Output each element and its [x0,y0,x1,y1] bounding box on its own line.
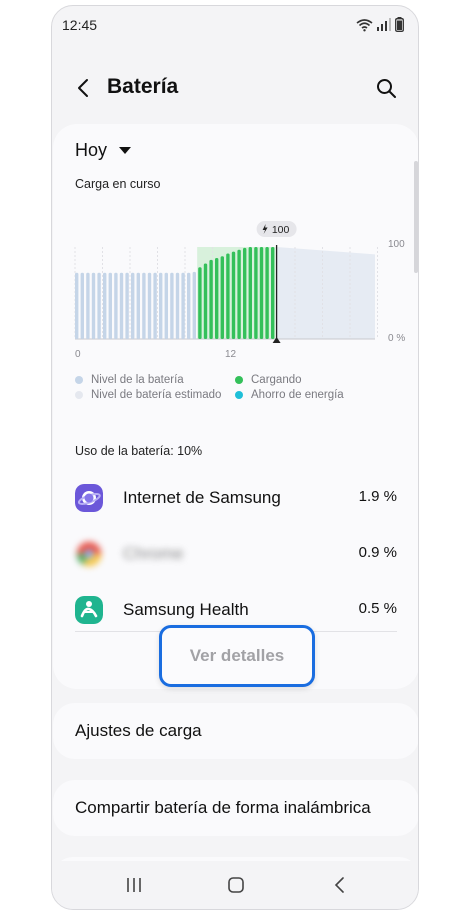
battery-chart: 100 100 0 % 0 12 [74,221,405,360]
battery-level-bar [131,272,135,339]
charging-bar [243,247,247,339]
samsung-internet-icon [75,484,103,512]
battery-level-bar [97,272,101,339]
legend-item-power-saving: Ahorro de energía [235,389,344,401]
period-selector[interactable]: Hoy [75,140,132,161]
charging-bar [226,253,230,339]
legend-dot [75,376,83,384]
legend-label: Nivel de la batería [91,374,184,386]
legend-label: Cargando [251,374,302,386]
search-icon[interactable] [374,76,398,100]
navigation-bar [52,861,418,909]
battery-level-bar [80,272,84,339]
app-percent: 0.9 % [358,544,397,561]
current-level-label: 100 [272,224,290,236]
battery-level-bar [114,272,118,339]
app-row-samsung-internet[interactable]: Internet de Samsung 1.9 % [75,484,397,524]
view-details-button[interactable]: Ver detalles [159,625,315,687]
charging-bar [215,258,219,339]
charging-bar [271,247,275,339]
battery-level-bar [192,271,196,339]
charging-bar [254,247,258,339]
x-tick-label: 0 [75,349,81,360]
legend-item-charging: Cargando [235,374,302,386]
app-name: Internet de Samsung [123,488,281,507]
charging-bar [231,251,236,339]
battery-icon [395,17,404,32]
scrollbar[interactable] [414,161,418,273]
samsung-health-icon [75,596,103,624]
estimated-level-area [276,247,375,339]
charging-bar [198,267,202,339]
battery-summary-card: Hoy Carga en curso 100 100 0 % 0 12 Nivel de… [53,124,418,689]
home-icon[interactable] [226,875,246,895]
app-name: Samsung Health [123,600,249,619]
battery-level-bar [86,272,90,339]
wifi-icon [356,18,373,31]
battery-level-bar [175,272,180,339]
status-bar: 12:45 [52,6,418,44]
charging-bar [203,263,208,339]
legend-dot [235,391,243,399]
legend-label: Nivel de batería estimado [91,389,222,401]
legend-dot [235,376,243,384]
back-icon[interactable] [330,875,350,895]
app-bar: Batería [52,66,418,110]
legend-item-battery-level: Nivel de la batería [75,374,184,386]
battery-level-bar [181,272,185,339]
battery-level-bar [75,272,79,339]
status-icons [356,17,404,32]
status-time: 12:45 [62,17,98,33]
charging-bar [220,256,224,339]
battery-level-bar [159,272,163,339]
battery-level-bar [153,272,157,339]
charging-settings-label: Ajustes de carga [75,721,202,740]
charging-bar [248,247,252,339]
legend-label: Ahorro de energía [251,389,344,401]
page-title: Batería [107,75,179,98]
battery-level-bar [136,272,140,339]
app-row-chrome[interactable]: Chrome 0.9 % [75,540,397,580]
app-name: Chrome [123,544,184,563]
y-tick-label: 0 % [388,333,405,344]
battery-level-bar [147,272,152,339]
period-label: Hoy [75,140,108,160]
battery-level-bar [91,272,96,339]
phone-screen: 12:45 Batería Hoy Carga en curso 100 100… [51,5,419,910]
charging-status: Carga en curso [75,177,161,191]
recents-icon[interactable] [124,875,144,895]
battery-level-bar [170,272,174,339]
chrome-icon [75,540,103,568]
charging-bar [237,249,241,339]
battery-level-bar [119,272,124,339]
charging-bar [209,259,213,339]
battery-usage-title: Uso de la batería: 10% [75,444,203,458]
app-percent: 0.5 % [358,600,397,617]
signal-icon [377,18,391,31]
charging-period-band [197,247,276,339]
charging-bar [265,247,269,339]
app-percent: 1.9 % [358,488,397,505]
legend-dot [75,391,83,399]
wireless-powershare-label: Compartir batería de forma inalámbrica [75,798,371,817]
battery-level-bar [125,272,129,339]
battery-level-bar [164,272,168,339]
y-tick-label: 100 [388,239,405,250]
back-arrow-icon[interactable] [72,76,96,100]
charging-settings-item[interactable]: Ajustes de carga [53,703,418,759]
battery-level-bar [108,272,112,339]
charging-bar [259,247,264,339]
battery-level-bar [187,272,191,339]
battery-level-bar [142,272,146,339]
wireless-powershare-item[interactable]: Compartir batería de forma inalámbrica [53,780,418,836]
dropdown-caret-icon [119,147,132,154]
legend-item-estimated: Nivel de batería estimado [75,389,221,401]
battery-level-bar [103,272,107,339]
x-tick-label: 12 [225,349,237,360]
